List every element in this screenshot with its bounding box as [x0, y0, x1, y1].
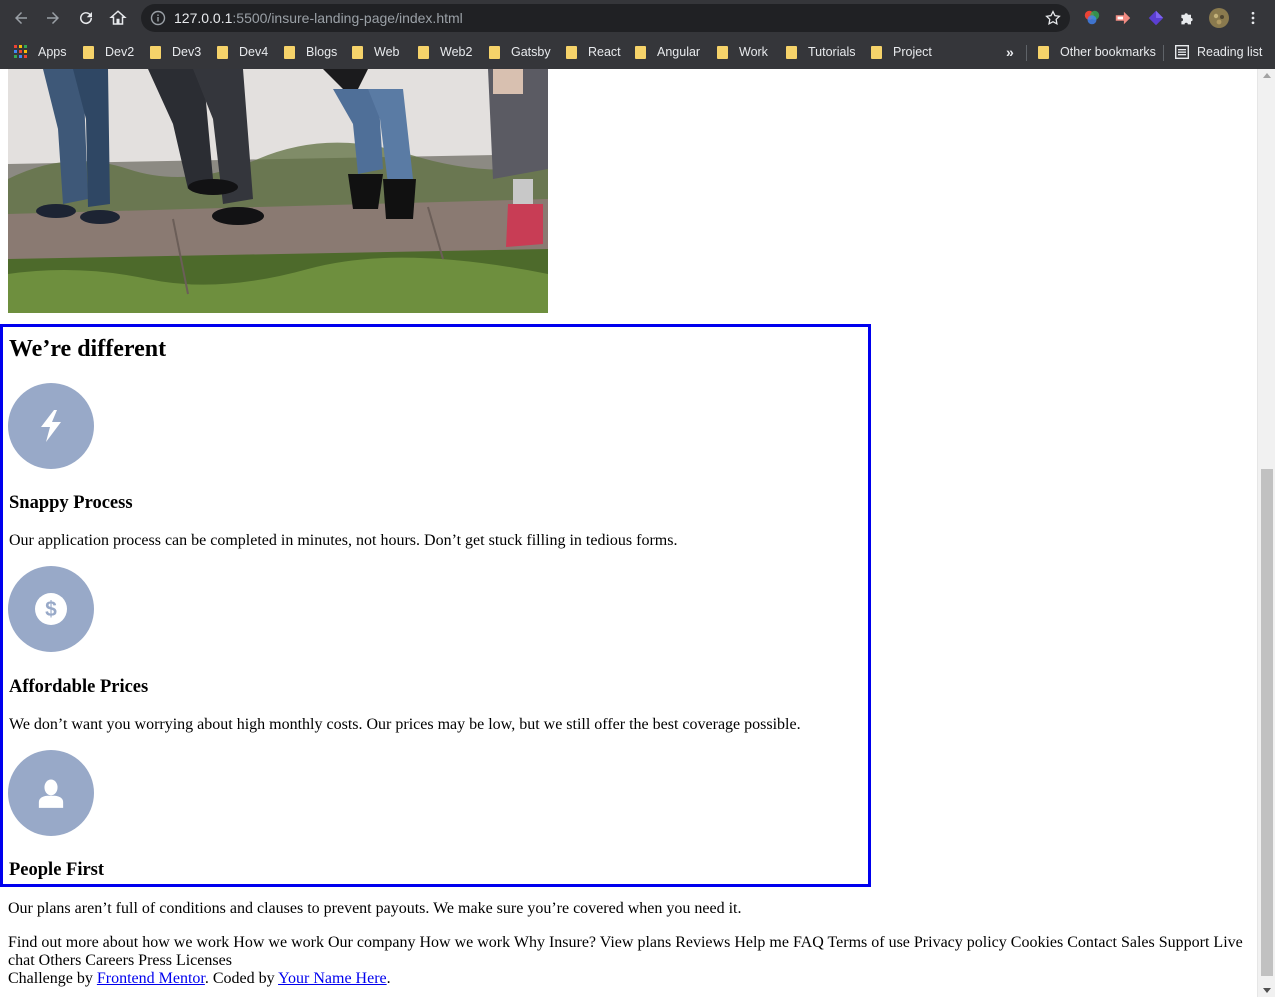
bookmark-folder-gatsby[interactable]: Gatsby [489, 42, 551, 62]
address-bar[interactable]: 127.0.0.1:5500/insure-landing-page/index… [141, 4, 1070, 32]
folder-icon [635, 45, 646, 59]
bookmark-folder-web[interactable]: Web [352, 42, 399, 62]
bookmark-folder-tutorials[interactable]: Tutorials [786, 42, 855, 62]
bookmark-folder-dev3[interactable]: Dev3 [150, 42, 201, 62]
feature-text: Our plans aren’t full of conditions and … [8, 900, 742, 917]
feature-title: Snappy Process [9, 493, 133, 513]
scroll-up-arrow-icon[interactable] [1263, 73, 1271, 78]
feature-text: We don’t want you worrying about high mo… [9, 716, 801, 733]
feature-title: Affordable Prices [9, 677, 149, 697]
bookmark-label: Project [893, 45, 932, 59]
bookmarks-divider [1026, 45, 1027, 61]
bookmark-label: Tutorials [808, 45, 856, 59]
bookmark-label: Gatsby [511, 45, 551, 59]
bookmark-folder-other[interactable]: Other bookmarks [1038, 42, 1156, 62]
extensions-puzzle-icon[interactable] [1177, 8, 1197, 28]
home-icon [109, 10, 127, 25]
attribution-mid: . Coded by [204, 970, 279, 987]
color-picker-extension-icon[interactable] [1082, 8, 1102, 28]
bookmark-label: Dev4 [239, 45, 269, 59]
people-first-badge [8, 750, 94, 836]
apps-grid-icon [14, 45, 27, 58]
attribution-suffix: . [386, 970, 391, 987]
home-button[interactable] [106, 6, 130, 30]
svg-text:$: $ [45, 598, 57, 621]
folder-icon [217, 45, 228, 59]
person-icon [38, 779, 64, 808]
url-text: 127.0.0.1:5500/insure-landing-page/index… [174, 10, 463, 26]
forward-button[interactable] [41, 6, 65, 30]
bookmark-folder-dev2[interactable]: Dev2 [83, 42, 134, 62]
browser-chrome: 127.0.0.1:5500/insure-landing-page/index… [0, 0, 1275, 69]
folder-icon [566, 45, 577, 59]
bookmark-folder-web2[interactable]: Web2 [418, 42, 472, 62]
bookmark-folder-angular[interactable]: Angular [635, 42, 700, 62]
feature-title: People First [9, 860, 105, 880]
folder-icon [418, 45, 429, 59]
bookmark-folder-dev4[interactable]: Dev4 [217, 42, 268, 62]
folder-icon [284, 45, 295, 59]
feature-text: Our application process can be completed… [9, 532, 678, 549]
arrow-extension-icon[interactable] [1113, 8, 1133, 28]
bookmarks-bar: Apps Dev2 Dev3 Dev4 Blogs Web Web2 Gatsb… [0, 36, 1275, 69]
info-icon [150, 10, 166, 26]
vertical-scrollbar[interactable] [1257, 69, 1275, 997]
folder-icon [150, 45, 161, 59]
bookmark-label: Web [374, 45, 400, 59]
family-walking-photo [8, 69, 548, 313]
browser-menu-icon[interactable] [1243, 8, 1263, 28]
back-button[interactable] [9, 6, 33, 30]
page-viewport: We’re different Snappy Process Our appli… [0, 69, 1257, 997]
folder-icon [717, 45, 728, 59]
reload-button[interactable] [74, 6, 98, 30]
bookmark-label: Web2 [440, 45, 473, 59]
bookmark-folder-react[interactable]: React [566, 42, 621, 62]
snappy-process-badge [8, 383, 94, 469]
footer-links: Find out more about how we work How we w… [8, 934, 1243, 969]
bookmark-folder-project[interactable]: Project [871, 42, 932, 62]
folder-icon [489, 45, 500, 59]
frontend-mentor-link[interactable]: Frontend Mentor [97, 970, 205, 987]
bookmark-label: Dev2 [105, 45, 135, 59]
bookmarks-overflow-button[interactable]: » [1006, 42, 1014, 62]
back-arrow-icon [15, 12, 27, 24]
bookmark-label: React [588, 45, 621, 59]
bookmark-label: Reading list [1197, 45, 1263, 59]
lightning-icon [41, 410, 61, 442]
profile-avatar[interactable] [1209, 8, 1229, 28]
forward-arrow-icon [47, 12, 59, 24]
folder-icon [786, 45, 797, 59]
section-title: We’re different [9, 336, 167, 362]
cube-extension-icon[interactable] [1146, 8, 1166, 28]
folder-icon [871, 45, 882, 59]
browser-toolbar: 127.0.0.1:5500/insure-landing-page/index… [0, 0, 1275, 36]
attribution-prefix: Challenge by [8, 970, 97, 987]
reading-list-button[interactable]: Reading list [1175, 42, 1262, 62]
dollar-icon: $ [35, 593, 67, 625]
bookmark-label: Other bookmarks [1060, 45, 1156, 59]
folder-icon [352, 45, 363, 59]
bookmark-label: Apps [38, 45, 67, 59]
attribution: Challenge by Frontend Mentor. Coded by Y… [8, 970, 391, 988]
bookmarks-divider [1163, 45, 1164, 61]
bookmark-label: Dev3 [172, 45, 202, 59]
features-section: We’re different Snappy Process Our appli… [0, 324, 871, 887]
bookmark-star-icon[interactable] [1044, 9, 1062, 27]
bookmark-apps[interactable]: Apps [14, 42, 67, 62]
bookmark-label: Work [739, 45, 768, 59]
bookmark-label: Blogs [306, 45, 338, 59]
reload-icon [80, 12, 93, 25]
affordable-prices-badge: $ [8, 566, 94, 652]
scroll-down-arrow-icon[interactable] [1263, 988, 1271, 993]
url-host: 127.0.0.1 [174, 10, 233, 26]
author-link[interactable]: Your Name Here [278, 970, 387, 987]
folder-icon [83, 45, 94, 59]
bookmark-folder-blogs[interactable]: Blogs [284, 42, 337, 62]
url-path: :5500/insure-landing-page/index.html [232, 10, 463, 26]
reading-list-icon [1175, 45, 1189, 59]
folder-icon [1038, 45, 1049, 59]
bookmark-folder-work[interactable]: Work [717, 42, 768, 62]
bookmark-label: Angular [657, 45, 701, 59]
scroll-thumb[interactable] [1261, 469, 1273, 976]
